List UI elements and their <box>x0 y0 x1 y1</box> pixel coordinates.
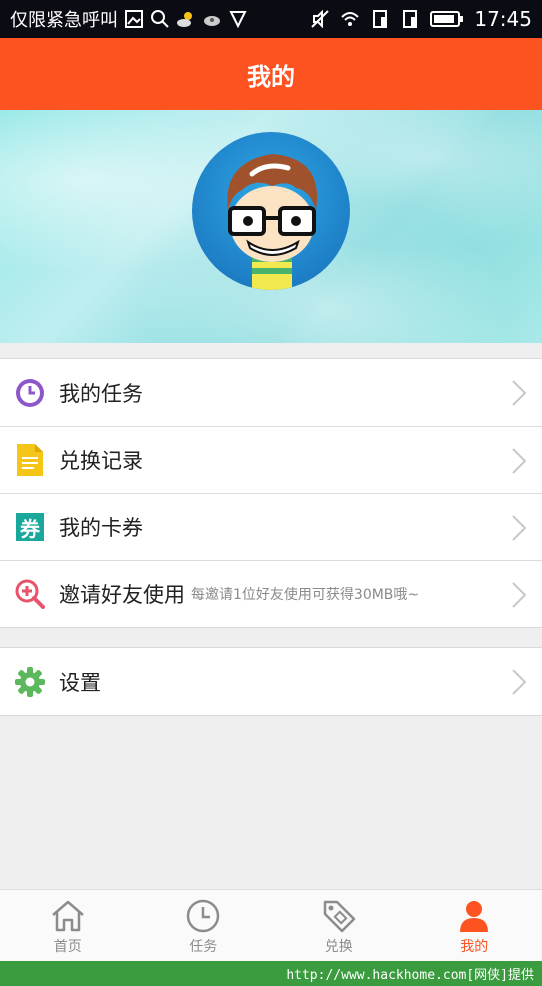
home-icon <box>51 900 84 932</box>
tab-tasks[interactable]: 任务 <box>136 890 272 962</box>
menu-item-label: 我的任务 <box>59 381 143 406</box>
menu-item-label: 我的卡券 <box>59 516 143 540</box>
chevron-right-icon <box>512 669 527 695</box>
menu-item-settings[interactable]: 设置 <box>0 648 542 715</box>
battery-icon <box>430 11 464 27</box>
clock-time: 17:45 <box>474 7 532 31</box>
tab-label: 我的 <box>460 939 489 955</box>
menu-item-my-tasks[interactable]: 我的任务 <box>0 359 542 426</box>
image-icon <box>125 10 143 28</box>
document-icon <box>17 444 43 476</box>
sim2-icon <box>403 10 418 28</box>
coupon-icon: 券 <box>16 513 44 541</box>
search-icon <box>151 10 169 28</box>
avatar[interactable] <box>192 132 350 290</box>
tag-icon <box>323 900 355 933</box>
watermark-text: http://www.hackhome.com[网侠]提供 <box>286 968 534 983</box>
avatar-illustration <box>227 154 318 290</box>
menu-item-hint: 每邀请1位好友使用可获得30MB哦~ <box>191 587 420 603</box>
page-header: 我的 <box>0 38 542 110</box>
tab-label: 首页 <box>53 939 82 955</box>
bottom-tab-bar: 首页 任务 兑换 我的 <box>0 889 542 962</box>
invite-search-icon <box>15 579 45 609</box>
page-title: 我的 <box>247 62 295 91</box>
tab-home[interactable]: 首页 <box>0 890 136 962</box>
person-icon <box>460 901 489 932</box>
tab-label: 兑换 <box>324 939 353 955</box>
clock-icon <box>16 378 44 407</box>
menu-group-settings: 设置 <box>0 647 542 716</box>
chevron-right-icon <box>512 515 527 541</box>
menu-item-label: 兑换记录 <box>59 449 143 473</box>
menu-item-invite-friends[interactable]: 邀请好友使用 每邀请1位好友使用可获得30MB哦~ <box>0 560 542 627</box>
mute-icon <box>311 9 330 29</box>
gear-icon <box>15 666 45 697</box>
menu-item-exchange-records[interactable]: 兑换记录 <box>0 426 542 493</box>
menu-item-my-coupons[interactable]: 券 我的卡券 <box>0 493 542 560</box>
profile-banner <box>0 110 542 343</box>
status-bar: 仅限紧急呼叫 17:45 <box>0 0 542 38</box>
clock-icon <box>187 899 220 933</box>
chevron-right-icon <box>512 448 527 474</box>
wifi-icon <box>341 12 360 26</box>
vpn-shield-icon <box>229 11 247 29</box>
watermark-footer: http://www.hackhome.com[网侠]提供 <box>0 961 542 986</box>
sim-icon <box>373 10 388 28</box>
menu-group-main: 我的任务 兑换记录 券 我的卡券 邀请好友使用 每邀请1位好友使用可获得30MB… <box>0 358 542 628</box>
chevron-right-icon <box>512 582 527 608</box>
carrier-text: 仅限紧急呼叫 <box>10 10 118 31</box>
menu-item-label: 邀请好友使用 <box>59 583 185 607</box>
menu-item-label: 设置 <box>59 670 101 695</box>
chevron-right-icon <box>512 380 527 406</box>
tab-mine[interactable]: 我的 <box>407 890 542 962</box>
tab-label: 任务 <box>189 939 218 955</box>
tab-exchange[interactable]: 兑换 <box>271 890 407 962</box>
weather-icon <box>177 12 192 27</box>
cloud-icon <box>204 16 220 26</box>
